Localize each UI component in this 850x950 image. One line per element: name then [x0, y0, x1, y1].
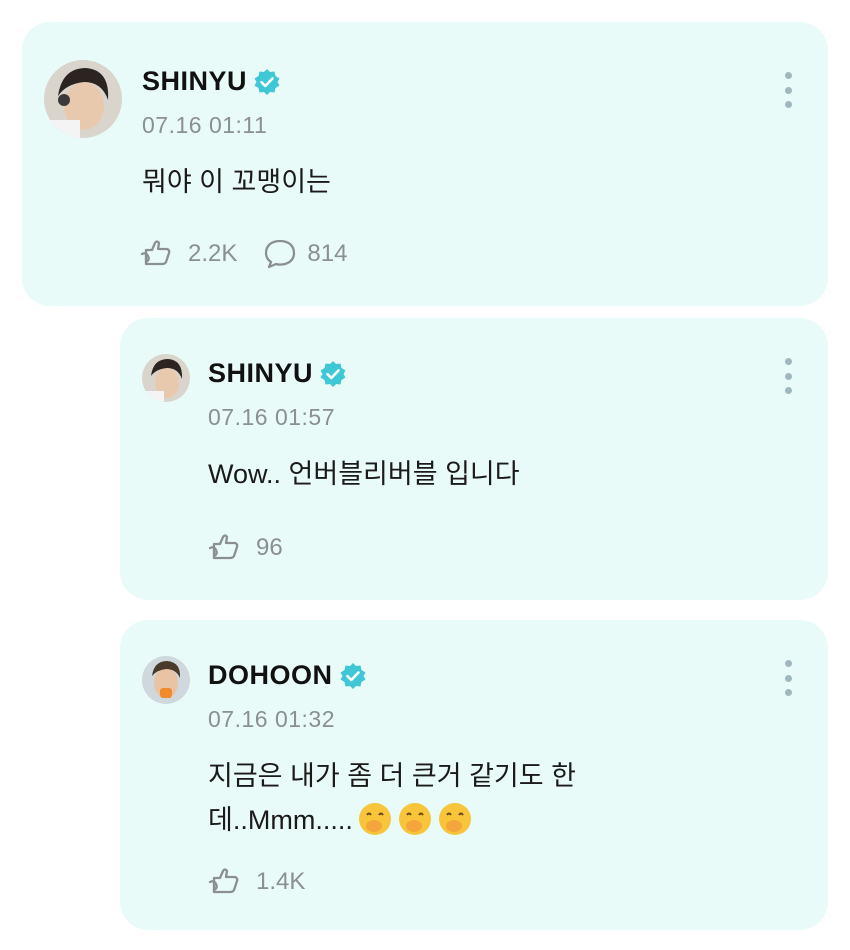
reply-card[interactable]: SHINYU 07.16 01:57 Wow.. 언버블리버블 입니다 96	[120, 318, 828, 600]
post-timestamp: 07.16 01:32	[208, 706, 336, 732]
author-name[interactable]: DOHOON	[208, 660, 333, 691]
verified-badge-icon	[320, 360, 346, 387]
avatar[interactable]	[44, 60, 122, 138]
more-options-icon[interactable]	[782, 358, 794, 394]
more-options-icon[interactable]	[782, 660, 794, 696]
post-text-line: 지금은 내가 좀 더 큰거 같기도 한	[208, 761, 576, 791]
like-count: 1.4K	[256, 868, 306, 895]
post-text: Wow.. 언버블리버블 입니다	[208, 459, 520, 489]
avatar[interactable]	[142, 656, 190, 704]
author-name[interactable]: SHINYU	[208, 358, 313, 389]
shushing-face-emoji	[398, 803, 431, 835]
like-icon	[208, 534, 239, 560]
like-button[interactable]: 1.4K	[208, 866, 305, 898]
post-text-line: 데..Mmm.....	[208, 805, 353, 835]
post-text: 지금은 내가 좀 더 큰거 같기도 한 데..Mmm.....	[208, 754, 768, 842]
like-button[interactable]: 2.2K	[140, 238, 237, 270]
post-timestamp: 07.16 01:11	[142, 112, 268, 138]
post-timestamp: 07.16 01:57	[208, 404, 336, 430]
like-icon	[140, 240, 171, 266]
author-name[interactable]: SHINYU	[142, 66, 247, 97]
avatar[interactable]	[142, 354, 190, 402]
more-options-icon[interactable]	[782, 72, 794, 108]
post-text-line-2: 데..Mmm.....	[208, 798, 768, 842]
shushing-face-emoji	[358, 803, 391, 835]
post-card[interactable]: SHINYU 07.16 01:11 뭐야 이 꼬맹이는 2.2K 814	[22, 22, 828, 306]
like-icon	[208, 868, 239, 894]
comment-button[interactable]: 814	[263, 238, 347, 270]
comment-icon	[265, 239, 296, 269]
post-text: 뭐야 이 꼬맹이는	[142, 167, 331, 197]
like-count: 2.2K	[188, 240, 238, 267]
verified-badge-icon	[340, 662, 365, 689]
shushing-face-emoji	[438, 803, 471, 835]
reply-card[interactable]: DOHOON 07.16 01:32 지금은 내가 좀 더 큰거 같기도 한 데…	[120, 620, 828, 930]
like-button[interactable]: 96	[208, 532, 283, 564]
like-count: 96	[256, 534, 283, 561]
comment-count: 814	[307, 240, 348, 267]
verified-badge-icon	[254, 68, 280, 95]
